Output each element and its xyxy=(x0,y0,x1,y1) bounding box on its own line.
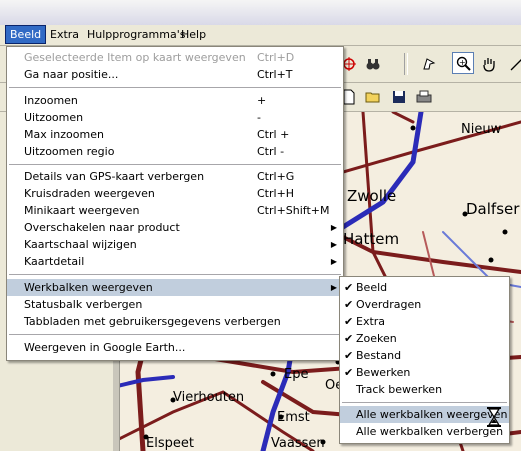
menu-beeld[interactable]: Beeld xyxy=(4,25,47,44)
checkmark-icon: ✔ xyxy=(344,315,354,328)
select-arrow-icon[interactable] xyxy=(418,53,440,75)
menu-item-overschakelen-product[interactable]: Overschakelen naar product ▶ xyxy=(7,219,343,236)
checkmark-icon: ✔ xyxy=(344,332,354,345)
menu-item-geselecteerde-item: Geselecteerde Item op kaart weergeven Ct… xyxy=(24,51,295,64)
binoculars-icon[interactable] xyxy=(362,53,384,75)
menu-extra[interactable]: Extra xyxy=(46,26,83,43)
menu-item-werkbalken-weergeven[interactable]: Werkbalken weergeven ▶ xyxy=(7,279,343,296)
menu-item-statusbalk[interactable]: Statusbalk verbergen xyxy=(7,296,343,313)
menu-item-kaartdetail[interactable]: Kaartdetail ▶ xyxy=(7,253,343,270)
save-disk-icon[interactable] xyxy=(388,86,410,108)
menu-item-ga-naar-positie[interactable]: Ga naar positie... Ctrl+T xyxy=(7,66,343,83)
map-label-vierhouten: Vierhouten xyxy=(173,390,245,405)
menu-separator xyxy=(9,87,341,88)
menu-separator xyxy=(9,334,341,335)
menu-item-google-earth[interactable]: Weergeven in Google Earth... xyxy=(7,339,343,356)
checkmark-icon: ✔ xyxy=(344,298,354,311)
map-label-emst: Emst xyxy=(277,410,310,425)
open-folder-icon[interactable] xyxy=(362,86,384,108)
line-tool-icon[interactable] xyxy=(506,53,521,75)
beeld-dropdown-menu: Geselecteerde Item op kaart weergeven Ct… xyxy=(6,46,344,361)
checkmark-icon: ✔ xyxy=(344,281,354,294)
submenu-item-bewerken[interactable]: ✔ Bewerken xyxy=(340,364,509,381)
menu-item-max-inzoomen[interactable]: Max inzoomen Ctrl + xyxy=(7,126,343,143)
map-label-vaassen: Vaassen xyxy=(271,436,325,451)
menu-hulpprogrammas[interactable]: Hulpprogramma's xyxy=(83,26,189,43)
zoom-tool-icon[interactable]: + xyxy=(452,52,474,74)
submenu-item-overdragen[interactable]: ✔ Overdragen xyxy=(340,296,509,313)
map-label-hattem: Hattem xyxy=(343,230,400,248)
submenu-arrow-icon: ▶ xyxy=(330,223,337,232)
menu-item-minikaart[interactable]: Minikaart weergeven Ctrl+Shift+M xyxy=(7,202,343,219)
window-title-strip xyxy=(0,0,521,26)
menu-separator xyxy=(9,274,341,275)
submenu-item-alle-weergeven[interactable]: Alle werkbalken weergeven xyxy=(340,406,509,423)
menu-item-tabbladen[interactable]: Tabbladen met gebruikersgegevens verberg… xyxy=(7,313,343,330)
menu-item-inzoomen[interactable]: Inzoomen + xyxy=(7,92,343,109)
menu-item-details-gps-kaart[interactable]: Details van GPS-kaart verbergen Ctrl+G xyxy=(7,168,343,185)
toolbar-separator xyxy=(404,53,408,75)
submenu-arrow-icon: ▶ xyxy=(330,257,337,266)
menu-item-uitzoomen-regio[interactable]: Uitzoomen regio Ctrl - xyxy=(7,143,343,160)
map-label-nieuw: Nieuw xyxy=(461,122,502,137)
submenu-item-beeld[interactable]: ✔ Beeld xyxy=(340,279,509,296)
submenu-arrow-icon: ▶ xyxy=(330,283,337,292)
submenu-item-bestand[interactable]: ✔ Bestand xyxy=(340,347,509,364)
map-label-dalfsen: Dalfser xyxy=(466,200,520,218)
menu-item-kaartschaal[interactable]: Kaartschaal wijzigen ▶ xyxy=(7,236,343,253)
menu-separator xyxy=(342,402,507,403)
submenu-arrow-icon: ▶ xyxy=(330,240,337,249)
menu-bar: Beeld Extra Hulpprogramma's Help xyxy=(0,25,521,46)
pan-hand-icon[interactable] xyxy=(478,53,500,75)
hourglass-cursor-icon xyxy=(487,407,501,427)
werkbalken-submenu: ✔ Beeld ✔ Overdragen ✔ Extra ✔ Zoeken ✔ … xyxy=(339,276,510,444)
submenu-item-zoeken[interactable]: ✔ Zoeken xyxy=(340,330,509,347)
print-icon[interactable] xyxy=(413,86,435,108)
map-label-epe: Epe xyxy=(284,367,309,382)
submenu-item-alle-verbergen[interactable]: Alle werkbalken verbergen xyxy=(340,423,509,440)
submenu-item-extra[interactable]: ✔ Extra xyxy=(340,313,509,330)
menu-help[interactable]: Help xyxy=(177,26,210,43)
menu-item-uitzoomen[interactable]: Uitzoomen - xyxy=(7,109,343,126)
checkmark-icon: ✔ xyxy=(344,366,354,379)
checkmark-icon: ✔ xyxy=(344,349,354,362)
svg-text:+: + xyxy=(459,58,466,67)
map-label-elspeet: Elspeet xyxy=(146,436,194,451)
map-label-zwolle: Zwolle xyxy=(347,187,397,205)
menu-separator xyxy=(9,164,341,165)
menu-item-kruisdraden[interactable]: Kruisdraden weergeven Ctrl+H xyxy=(7,185,343,202)
submenu-item-track-bewerken[interactable]: Track bewerken xyxy=(340,381,509,398)
